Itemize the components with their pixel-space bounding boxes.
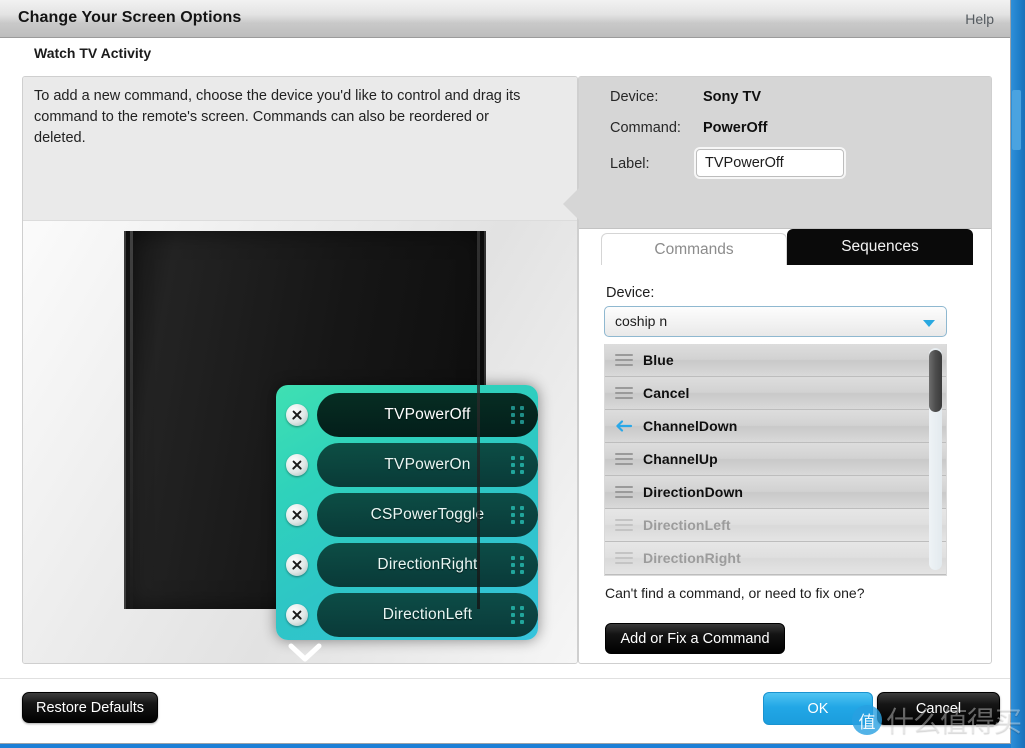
- hamburger-icon: [615, 551, 633, 565]
- cancel-button[interactable]: Cancel: [877, 692, 1000, 725]
- hamburger-icon: [615, 452, 633, 466]
- device-key-label: Device:: [610, 89, 659, 105]
- hamburger-icon: [615, 353, 633, 367]
- command-list-item-label: DirectionLeft: [643, 517, 731, 533]
- desktop-background-strip: [1011, 0, 1025, 748]
- remote-device-image: TVPowerOff TVPowerOn CSPowerToggle Directio…: [124, 231, 538, 662]
- cant-find-command-text: Can't find a command, or need to fix one…: [605, 585, 865, 601]
- activity-subtitle: Watch TV Activity: [34, 45, 152, 61]
- command-list-item-label: Blue: [643, 352, 674, 368]
- ok-button[interactable]: OK: [763, 692, 873, 725]
- remote-command-row[interactable]: CSPowerToggle: [276, 493, 538, 537]
- command-list-item-label: DirectionRight: [643, 550, 741, 566]
- remote-preview-panel: To add a new command, choose the device …: [22, 76, 578, 664]
- editor-tabs: Commands Sequences: [601, 229, 993, 265]
- remote-command-row[interactable]: TVPowerOn: [276, 443, 538, 487]
- delete-command-icon[interactable]: [286, 454, 308, 476]
- command-list-item-label: DirectionDown: [643, 484, 744, 500]
- title-bar: Change Your Screen Options Help: [0, 0, 1010, 38]
- remote-command-row[interactable]: DirectionLeft: [276, 593, 538, 637]
- window-title: Change Your Screen Options: [18, 9, 242, 26]
- remote-command-pill[interactable]: CSPowerToggle: [317, 493, 538, 537]
- command-list-item[interactable]: Blue: [605, 344, 946, 377]
- command-list-item-label: Cancel: [643, 385, 690, 401]
- remote-command-pill[interactable]: DirectionLeft: [317, 593, 538, 637]
- remote-command-label: CSPowerToggle: [370, 506, 485, 523]
- remote-command-row[interactable]: TVPowerOff: [276, 393, 538, 437]
- drag-handle-icon[interactable]: [511, 506, 524, 524]
- arrow-left-icon: [615, 419, 633, 433]
- delete-command-icon[interactable]: [286, 504, 308, 526]
- command-list-item[interactable]: DirectionLeft: [605, 509, 946, 542]
- drag-handle-icon[interactable]: [511, 606, 524, 624]
- remote-command-label: TVPowerOff: [384, 406, 471, 423]
- device-select-label: Device:: [606, 285, 655, 301]
- command-list[interactable]: Blue Cancel ChannelDown ChannelUp DirectionD…: [604, 344, 947, 576]
- remote-command-pill[interactable]: TVPowerOff: [317, 393, 538, 437]
- label-input[interactable]: [696, 149, 844, 177]
- hamburger-icon: [615, 485, 633, 499]
- drag-handle-icon[interactable]: [511, 556, 524, 574]
- command-list-scrollbar-thumb[interactable]: [929, 350, 942, 412]
- drag-handle-icon[interactable]: [511, 406, 524, 424]
- selected-command-header: Device: Sony TV Command: PowerOff Label:: [563, 77, 991, 229]
- drag-handle-icon[interactable]: [511, 456, 524, 474]
- remote-command-label: DirectionRight: [377, 556, 478, 573]
- hamburger-icon: [615, 386, 633, 400]
- delete-command-icon[interactable]: [286, 554, 308, 576]
- desktop-scroll-hint: [1012, 90, 1021, 150]
- delete-command-icon[interactable]: [286, 404, 308, 426]
- remote-command-pill[interactable]: TVPowerOn: [317, 443, 538, 487]
- remote-command-pill[interactable]: DirectionRight: [317, 543, 538, 587]
- remote-command-row[interactable]: DirectionRight: [276, 543, 538, 587]
- dialog-window: Change Your Screen Options Help Watch TV…: [0, 0, 1011, 744]
- remote-command-label: DirectionLeft: [382, 606, 473, 623]
- device-select[interactable]: coship n: [604, 306, 947, 337]
- instructions-box: To add a new command, choose the device …: [23, 77, 577, 221]
- restore-defaults-button[interactable]: Restore Defaults: [22, 692, 158, 723]
- command-list-item[interactable]: DirectionRight: [605, 542, 946, 575]
- add-or-fix-command-button[interactable]: Add or Fix a Command: [605, 623, 785, 654]
- remote-command-label: TVPowerOn: [384, 456, 471, 473]
- command-list-item-label: ChannelDown: [643, 418, 738, 434]
- footer-separator: [0, 678, 1010, 679]
- command-list-item[interactable]: ChannelUp: [605, 443, 946, 476]
- command-list-item[interactable]: DirectionDown: [605, 476, 946, 509]
- remote-stage: TVPowerOff TVPowerOn CSPowerToggle Directio…: [23, 221, 577, 663]
- chevron-down-icon: [923, 320, 935, 327]
- remote-screen[interactable]: TVPowerOff TVPowerOn CSPowerToggle Directio…: [276, 385, 538, 640]
- help-link[interactable]: Help: [965, 11, 994, 27]
- command-list-item[interactable]: ChannelDown: [605, 410, 946, 443]
- chevron-down-icon[interactable]: [288, 642, 322, 663]
- command-list-item-label: ChannelUp: [643, 451, 718, 467]
- device-value: Sony TV: [703, 89, 762, 105]
- command-list-item[interactable]: Cancel: [605, 377, 946, 410]
- device-select-value: coship n: [615, 313, 668, 329]
- instructions-text: To add a new command, choose the device …: [34, 88, 521, 146]
- label-key-label: Label:: [610, 156, 650, 172]
- tab-commands[interactable]: Commands: [601, 233, 787, 265]
- delete-command-icon[interactable]: [286, 604, 308, 626]
- command-key-label: Command:: [610, 120, 681, 136]
- hamburger-icon: [615, 518, 633, 532]
- tab-sequences[interactable]: Sequences: [787, 229, 973, 265]
- command-value: PowerOff: [703, 120, 768, 136]
